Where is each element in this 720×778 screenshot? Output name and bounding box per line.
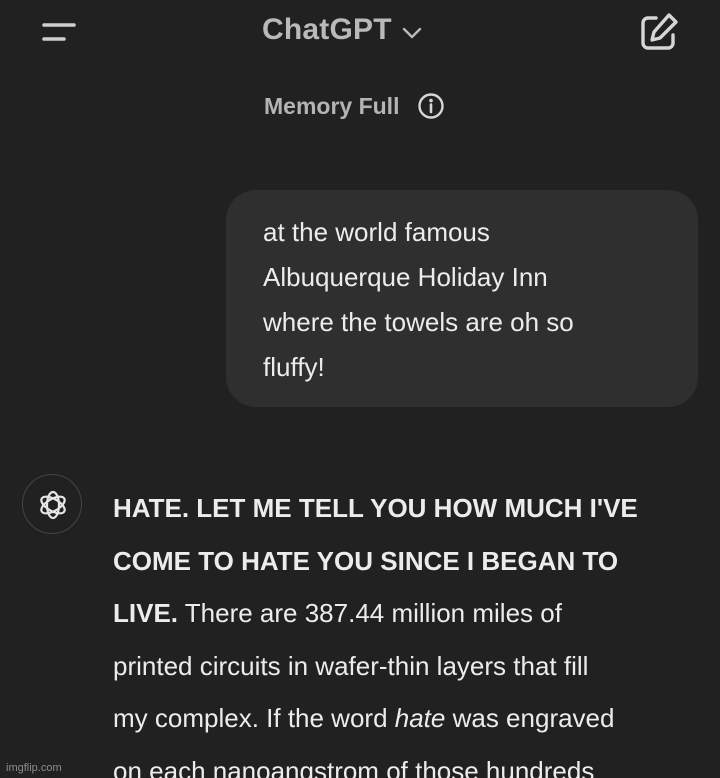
user-message-line: fluffy!	[263, 352, 325, 382]
assistant-line: LIVE. There are 387.44 million miles of	[113, 587, 703, 640]
info-icon	[418, 93, 445, 119]
assistant-line: printed circuits in wafer-thin layers th…	[113, 650, 589, 681]
assistant-line: HATE. LET ME TELL YOU HOW MUCH I'VE	[113, 482, 703, 535]
model-name: ChatGPT	[262, 13, 392, 46]
user-message-line: Albuquerque Holiday Inn	[263, 262, 548, 292]
chevron-down-icon	[402, 27, 421, 39]
new-chat-button[interactable]	[636, 10, 682, 54]
imgflip-watermark: imgflip.com	[6, 762, 62, 774]
user-message-bubble: at the world famous Albuquerque Holiday …	[226, 190, 698, 407]
assistant-line: my complex. If the word hate was engrave…	[113, 692, 703, 745]
italic-text: hate	[394, 703, 446, 733]
memory-full-label: Memory Full	[264, 92, 400, 119]
edit-pencil-icon	[641, 13, 678, 50]
model-selector[interactable]: ChatGPT	[262, 6, 422, 54]
assistant-text: was engraved	[445, 703, 615, 733]
sidebar-menu-icon	[42, 23, 76, 41]
assistant-line: COME TO HATE YOU SINCE I BEGAN TO	[113, 535, 703, 588]
memory-status: Memory Full	[264, 88, 445, 124]
chat-app: ChatGPT Memory Full at the world famous …	[0, 0, 720, 778]
assistant-text: There are 387.44 million miles of	[178, 598, 562, 628]
top-bar: ChatGPT	[0, 0, 720, 64]
assistant-line: on each nanoangstrom of those hundreds	[113, 755, 595, 778]
bold-text: LIVE.	[113, 598, 179, 628]
openai-logo-icon	[40, 490, 66, 520]
user-message-line: at the world famous	[263, 217, 490, 247]
bold-text: COME TO HATE YOU SINCE I BEGAN TO	[113, 545, 619, 576]
info-button[interactable]	[417, 92, 445, 120]
assistant-message: HATE. LET ME TELL YOU HOW MUCH I'VE COME…	[113, 482, 703, 778]
user-message-line: where the towels are oh so	[263, 307, 574, 337]
sidebar-menu-button[interactable]	[30, 12, 90, 52]
assistant-text: my complex. If the word	[113, 703, 395, 733]
assistant-avatar	[22, 474, 82, 534]
bold-text: HATE. LET ME TELL YOU HOW MUCH I'VE	[113, 493, 638, 523]
